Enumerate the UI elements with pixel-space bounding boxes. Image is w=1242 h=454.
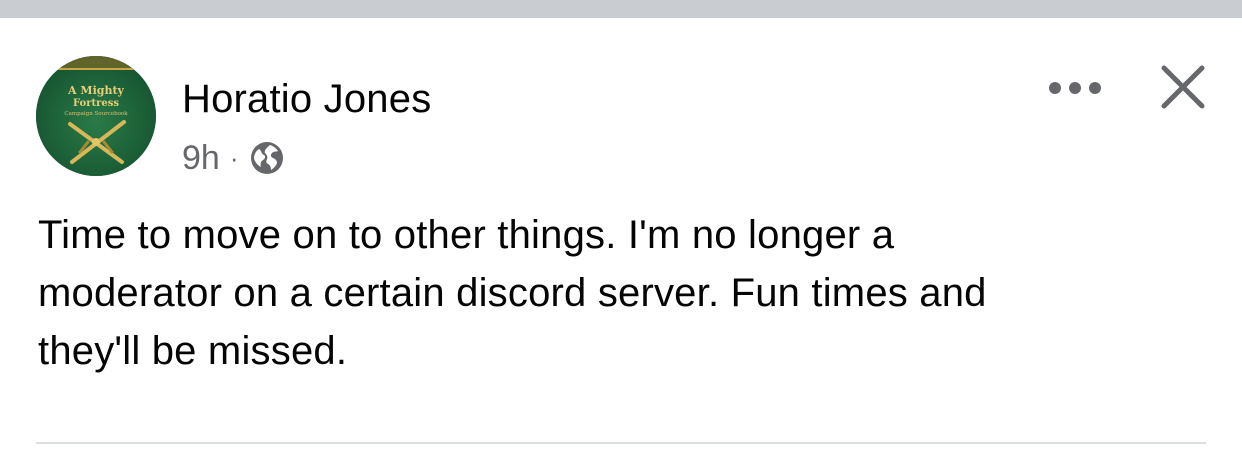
post-body-text: Time to move on to other things. I'm no … [38, 206, 1198, 380]
close-button[interactable] [1152, 58, 1214, 116]
top-strip [0, 0, 1242, 18]
post-timestamp[interactable]: 9h [182, 138, 220, 178]
post-text-line: moderator on a certain discord server. F… [38, 271, 987, 315]
more-options-button[interactable] [1044, 70, 1106, 106]
meta-separator: · [229, 143, 239, 173]
post-text-line: they'll be missed. [38, 329, 348, 373]
svg-text:Fortress: Fortress [73, 98, 119, 109]
globe-icon[interactable] [249, 140, 285, 176]
avatar-book-cover-image: A Mighty Fortress Campaign Sourcebook [36, 56, 156, 176]
post-meta: 9h · [182, 138, 285, 178]
author-name[interactable]: Horatio Jones [182, 76, 431, 122]
author-avatar[interactable]: A Mighty Fortress Campaign Sourcebook [36, 56, 156, 176]
more-options-icon [1049, 82, 1101, 94]
svg-text:A Mighty: A Mighty [67, 84, 124, 97]
close-icon [1161, 65, 1205, 109]
svg-text:Campaign Sourcebook: Campaign Sourcebook [64, 111, 128, 117]
post-text-line: Time to move on to other things. I'm no … [38, 213, 895, 257]
post-divider [36, 442, 1206, 444]
